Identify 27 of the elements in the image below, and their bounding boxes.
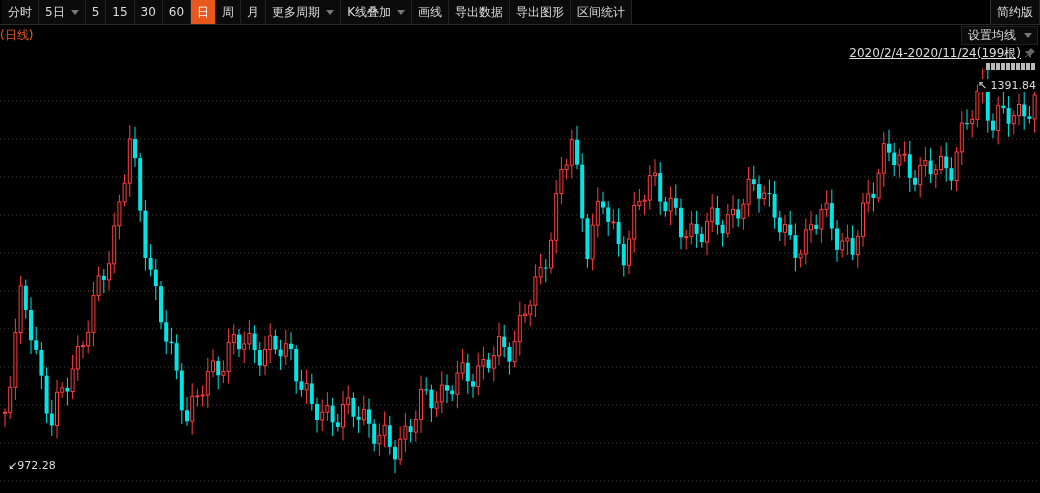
toolbar-button[interactable]: 日 [191,0,217,24]
toolbar-button[interactable]: 画线 [412,0,449,24]
caret-icon [1024,32,1032,38]
low-price-label: ↙972.28 [8,459,56,472]
toolbar-button[interactable]: 导出图形 [510,0,571,24]
pin-icon[interactable] [1024,47,1036,59]
period-dropdown[interactable]: 更多周期 [266,0,342,24]
high-price-label: ↖ 1391.84 [977,79,1036,92]
ma-settings-dropdown[interactable]: 设置均线 [961,25,1038,45]
toolbar-button[interactable]: 30 [134,0,163,24]
toolbar-button[interactable]: 5 [85,0,107,24]
toolbar-button[interactable]: 60 [162,0,192,24]
caret-icon [397,9,405,15]
date-range-link[interactable]: 2020/2/4-2020/11/24(199根) [849,44,1021,62]
toolbar-button[interactable]: 月 [241,0,267,24]
simple-mode-button[interactable]: 简约版 [990,0,1040,24]
toolbar-button[interactable]: 周 [216,0,242,24]
toolbar-button[interactable]: 导出数据 [449,0,510,24]
caret-icon [70,9,79,15]
toolbar-button[interactable]: 15 [106,0,135,24]
period-dropdown[interactable]: 5日 [39,0,86,24]
toolbar-button[interactable]: 分时 [2,0,39,24]
period-label: (日线) [0,26,34,44]
caret-icon [326,9,335,15]
period-dropdown[interactable]: K线叠加 [341,0,412,24]
marker-strip-icon [986,63,1036,70]
toolbar-button[interactable]: 区间统计 [571,0,632,24]
